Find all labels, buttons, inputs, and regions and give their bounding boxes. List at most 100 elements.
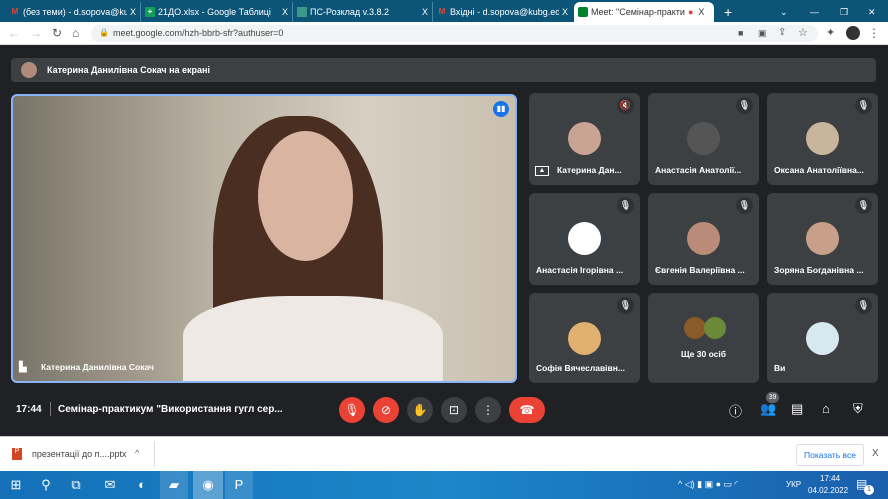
pptx-file-icon: P (12, 448, 22, 460)
close-tab-icon[interactable]: X (698, 7, 704, 17)
new-tab-button[interactable]: + (720, 2, 736, 22)
tray-icons[interactable]: ^ ◁) ▮ ▣ ● ▭ ◜ (678, 479, 738, 490)
notification-badge: 1 (864, 485, 874, 495)
windows-start-icon[interactable]: ⊞ (2, 471, 30, 499)
participant-tile[interactable]: 🎙 Оксана Анатоліївна... (767, 93, 878, 185)
host-controls-icon[interactable]: ⛨ (853, 401, 863, 417)
mic-off-icon: 🎙 (855, 197, 872, 214)
participant-avatar (806, 322, 839, 355)
speaker-face (258, 131, 353, 261)
participants-count-badge: 39 (766, 392, 779, 403)
gmail-icon: M (11, 7, 19, 16)
tab-label: 21ДО.xlsx - Google Таблиці (158, 7, 271, 17)
participant-name: Софія Вячеславівн... (536, 363, 625, 373)
participant-avatar (568, 322, 601, 355)
leave-call-button[interactable]: ☎ (509, 397, 545, 423)
tab-label: ПС-Розклад v.3.8.2 (310, 7, 390, 17)
back-icon[interactable]: ← (8, 26, 20, 40)
participant-name: Катерина Дан... (557, 165, 622, 175)
participant-name: Зоряна Богданівна ... (774, 265, 864, 275)
participant-tile[interactable]: 🔇 Катерина Дан... ▲ (529, 93, 640, 185)
tab-bar: M(без теми) - d.sopova@kubg.X +21ДО.xlsx… (0, 0, 888, 22)
powerpoint-icon[interactable]: P (225, 471, 253, 499)
extensions-icon[interactable]: ✦ (826, 26, 835, 39)
share-icon[interactable]: ⇪ (778, 27, 786, 38)
recording-icon: ● (687, 7, 694, 17)
edge-icon[interactable]: ◐ (128, 471, 156, 499)
participant-tile[interactable]: 🎙 Євгенія Валеріївна ... (648, 193, 759, 285)
home-icon[interactable]: ⌂ (72, 26, 79, 40)
close-window-icon[interactable]: ✕ (864, 2, 880, 22)
participant-avatar (684, 317, 706, 339)
tab-search-icon[interactable]: ⌄ (776, 2, 792, 22)
presenting-icon: ▲ (535, 166, 549, 176)
divider (154, 441, 155, 467)
participant-tile[interactable]: 🎙 Зоряна Богданівна ... (767, 193, 878, 285)
meeting-title: Семінар-практикум "Використання гугл сер… (58, 404, 283, 415)
raise-hand-button[interactable]: ✋ (407, 397, 433, 423)
chat-icon[interactable]: ▤ (791, 401, 803, 417)
self-tile[interactable]: 🎙 Ви (767, 293, 878, 383)
meet-icon (578, 7, 588, 17)
tab-gmail-2[interactable]: M Вхідні - d.sopova@kubg.edu X (432, 2, 572, 22)
gmail-icon: M (438, 7, 446, 16)
close-download-bar-button[interactable]: X (872, 448, 879, 459)
mic-off-icon: 🎙 (855, 297, 872, 314)
search-icon[interactable]: ⚲ (32, 471, 60, 499)
tab-sheets[interactable]: +21ДО.xlsx - Google Таблиці X (140, 2, 292, 22)
translate-icon[interactable]: ▣ (758, 28, 767, 39)
tab-schedule[interactable]: ПС-Розклад v.3.8.2 X (292, 2, 432, 22)
participant-avatar (806, 122, 839, 155)
more-participants-tile[interactable]: Ще 30 осіб (648, 293, 759, 383)
download-item[interactable]: презентації до п....pptx (32, 449, 127, 459)
tab-meet[interactable]: Meet: "Семінар-практи ● X (574, 2, 714, 22)
language-indicator[interactable]: УКР (786, 480, 801, 489)
mic-off-icon: 🎙 (855, 97, 872, 114)
participant-avatar (568, 122, 601, 155)
file-explorer-icon[interactable]: ▰ (160, 471, 188, 499)
meeting-time: 17:44 (16, 404, 42, 415)
chevron-up-icon[interactable]: ^ (135, 448, 139, 458)
menu-icon[interactable]: ⋮ (868, 26, 880, 40)
activities-icon[interactable]: ⌂ (822, 401, 830, 416)
more-options-button[interactable]: ⋮ (475, 397, 501, 423)
profile-avatar[interactable] (846, 26, 860, 40)
participant-name: Анастасія Ігорівна ... (536, 265, 624, 275)
show-all-button[interactable]: Показать все (796, 444, 864, 466)
participant-avatar (806, 222, 839, 255)
clock-date[interactable]: 04.02.2022 (808, 486, 848, 495)
tab-gmail-1[interactable]: M (без теми) - d.sopova@kubg.X (6, 2, 140, 22)
task-view-icon[interactable]: ⧉ (62, 471, 90, 499)
close-tab-icon[interactable]: X (422, 7, 428, 17)
participant-tile[interactable]: 🎙 Софія Вячеславівн... (529, 293, 640, 383)
speaking-indicator-icon: ▮▮ (493, 101, 509, 117)
participant-tile[interactable]: 🎙 Анастасія Анатолії... (648, 93, 759, 185)
mic-off-icon: 🎙 (617, 297, 634, 314)
close-tab-icon[interactable]: X (282, 7, 288, 17)
close-tab-icon[interactable]: X (562, 7, 568, 17)
present-button[interactable]: ⊡ (441, 397, 467, 423)
participant-name: Анастасія Анатолії... (655, 165, 742, 175)
tab-label: Вхідні - d.sopova@kubg.edu (450, 7, 559, 17)
mail-icon[interactable]: ✉ (96, 471, 124, 499)
participant-tile[interactable]: 🎙 Анастасія Ігорівна ... (529, 193, 640, 285)
minimize-icon[interactable]: — (806, 2, 823, 22)
bookmark-icon[interactable]: ☆ (798, 26, 808, 39)
forward-icon[interactable]: → (30, 26, 42, 40)
people-icon[interactable]: 👥 (760, 401, 776, 417)
url-input[interactable]: 🔒 meet.google.com/hzh-bbrb-sfr?authuser=0 (91, 25, 818, 42)
taskbar: ⊞ ⚲ ⧉ ✉ ◐ ▰ ◉ P ^ ◁) ▮ ▣ ● ▭ ◜ УКР 17:44… (0, 471, 888, 499)
mic-off-button[interactable]: 🎙 (339, 397, 365, 423)
info-icon[interactable]: ⓘ (729, 401, 742, 420)
chrome-icon[interactable]: ◉ (193, 471, 223, 499)
camera-off-button[interactable]: ⊘ (373, 397, 399, 423)
reload-icon[interactable]: ↻ (52, 26, 62, 40)
presenting-banner: Катерина Данилівна Сокач на екрані (11, 58, 876, 82)
close-tab-icon[interactable]: X (130, 7, 136, 17)
mic-off-icon: 🎙 (736, 197, 753, 214)
camera-icon[interactable]: ■ (738, 28, 743, 38)
restore-icon[interactable]: ❐ (836, 2, 852, 22)
clock-time[interactable]: 17:44 (820, 474, 840, 483)
participant-name: Ви (774, 363, 786, 373)
participant-name: Євгенія Валеріївна ... (655, 265, 745, 275)
